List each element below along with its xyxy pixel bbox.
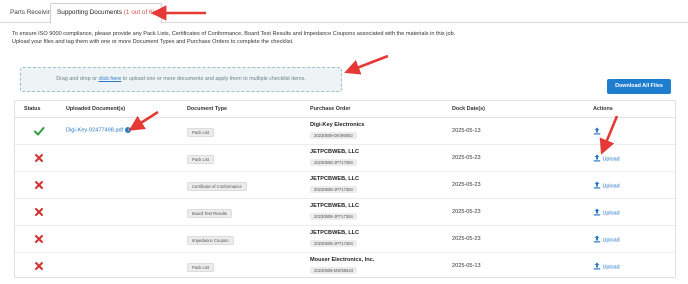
annotation-arrow-overlay xyxy=(128,5,619,155)
annotation-arrow xyxy=(128,110,159,131)
annotation-arrow xyxy=(599,115,619,155)
annotation-arrow xyxy=(344,54,389,75)
